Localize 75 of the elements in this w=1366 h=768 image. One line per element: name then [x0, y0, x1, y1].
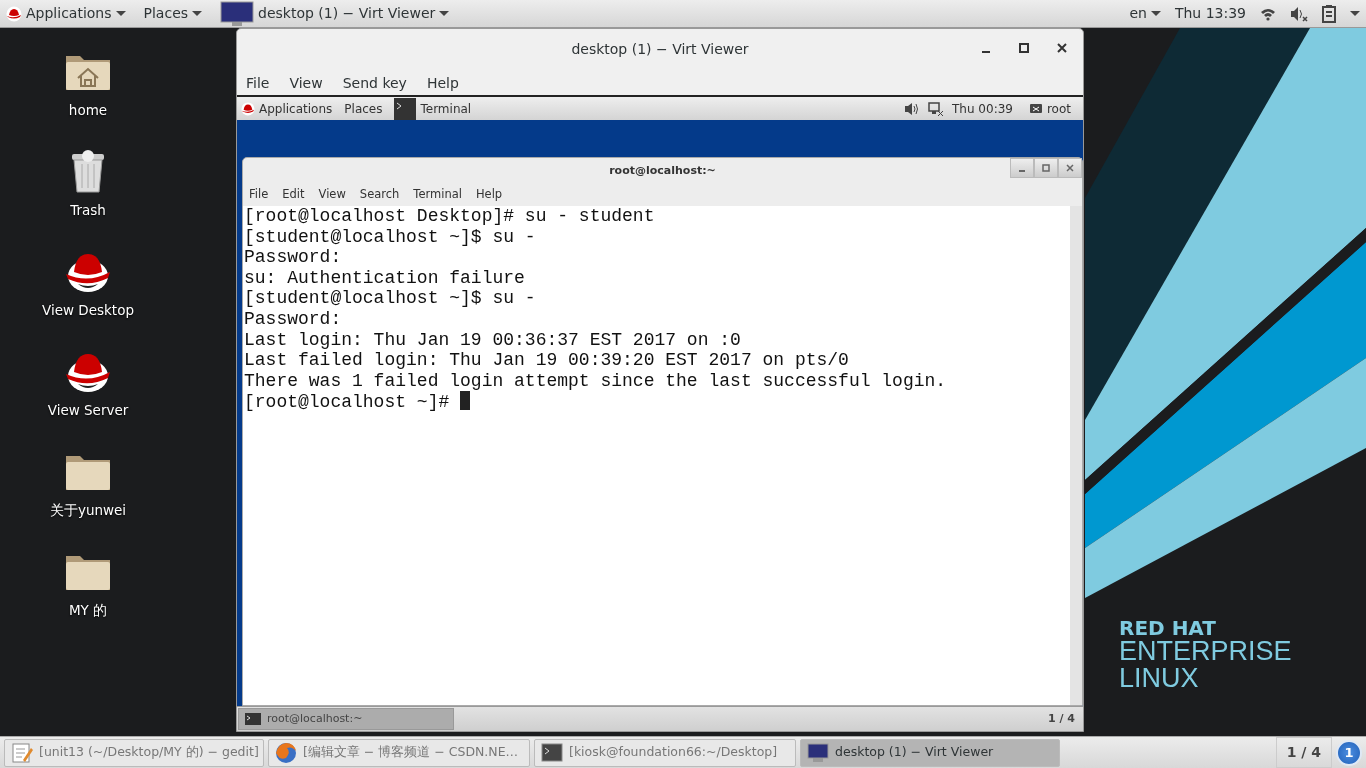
icon-label[interactable]: View Desktop [42, 300, 134, 321]
menu-item[interactable]: Help [475, 186, 503, 204]
maximize-icon [1042, 164, 1050, 172]
icon-label[interactable]: MY 的 [68, 600, 108, 621]
menu-item[interactable]: View [289, 73, 323, 91]
terminal-line: [student@localhost ~]$ su - [244, 226, 536, 247]
places-menu[interactable]: Places [143, 3, 189, 24]
icon-label[interactable]: View Server [47, 400, 129, 421]
terminal-line: There was 1 failed login attempt since the last successful login. [244, 370, 947, 391]
terminal-icon [541, 741, 563, 764]
minimize-icon [982, 51, 990, 53]
menu-item[interactable]: Terminal [413, 186, 462, 204]
user-menu[interactable]: root [1046, 99, 1071, 118]
task-button[interactable]: root@localhost:~ [238, 708, 454, 730]
terminal-line: Password: [244, 247, 342, 268]
monitor-icon [807, 741, 829, 764]
menu-item[interactable]: Help [426, 73, 459, 91]
close-button[interactable] [1058, 158, 1082, 178]
terminal-line: [root@localhost ~]# [244, 392, 451, 413]
wifi-icon[interactable] [1260, 6, 1276, 21]
caret-icon [1150, 10, 1161, 17]
terminal-line: [root@localhost Desktop]# su - student [244, 206, 655, 226]
speaker-icon[interactable] [904, 101, 920, 116]
window-title: desktop (1) − Virt Viewer [571, 39, 749, 59]
menu-item[interactable]: Applications [259, 99, 333, 118]
caret-icon [192, 10, 203, 17]
logo-text: ENTERPRISE [1119, 638, 1292, 665]
hat-icon [6, 5, 22, 22]
network-icon[interactable] [928, 101, 944, 116]
maximize-icon [1019, 43, 1029, 53]
taskbar-button[interactable]: [编辑文章 − 博客频道 − CSDN.NE… [268, 738, 530, 767]
taskbar-button[interactable]: [unit13 (~/Desktop/MY 的) − gedit] [4, 738, 264, 767]
clock[interactable]: Thu 00:39 [952, 99, 1013, 118]
speaker-muted-icon[interactable] [1290, 5, 1308, 22]
user-icon [1028, 102, 1043, 115]
menu-item[interactable]: Places [344, 99, 383, 118]
icon-label[interactable]: Trash [70, 200, 106, 221]
terminal-line: [student@localhost ~]$ su - [244, 288, 536, 309]
taskbar-button[interactable]: [kiosk@foundation66:~/Desktop] [534, 738, 796, 767]
close-icon [1066, 164, 1074, 172]
menu-item[interactable]: Send key [342, 73, 407, 91]
menu-item[interactable]: View [318, 186, 346, 204]
window-title: root@localhost:~ [609, 162, 716, 179]
caret-icon[interactable] [1350, 10, 1360, 17]
terminal-line: Password: [244, 308, 342, 329]
battery-icon[interactable] [1322, 4, 1336, 23]
logo-text: LINUX [1119, 665, 1200, 692]
icon-label[interactable]: 关于yunwei [49, 500, 127, 521]
menu-item[interactable]: File [249, 186, 269, 204]
caret-icon [439, 10, 450, 17]
globe-icon [275, 741, 297, 764]
workspace-pager[interactable]: 1 / 4 [1275, 737, 1332, 768]
language-menu[interactable]: en [1129, 3, 1147, 24]
icon-label[interactable]: home [68, 100, 108, 121]
notification-badge[interactable]: 1 [1336, 739, 1362, 766]
window-menu[interactable]: desktop (1) − Virt Viewer [258, 3, 436, 24]
terminal-icon [245, 713, 261, 725]
logo-text: RED HAT [1119, 618, 1217, 638]
terminal-icon[interactable] [394, 97, 417, 120]
workspace-pager[interactable]: 1 / 4 [1048, 710, 1075, 728]
notepad-icon [11, 741, 33, 764]
terminal-line: Last login: Thu Jan 19 00:36:37 EST 2017 on :0 [244, 329, 741, 350]
clock[interactable]: Thu 13:39 [1174, 3, 1246, 24]
menu-item[interactable]: File [246, 73, 270, 91]
terminal-line: su: Authentication failure [244, 267, 525, 288]
applications-menu[interactable]: Applications [26, 3, 112, 24]
hat-icon [241, 101, 255, 116]
taskbar-button[interactable]: desktop (1) − Virt Viewer [800, 738, 1060, 767]
caret-icon [115, 10, 126, 17]
menu-item[interactable]: Edit [282, 186, 305, 204]
close-icon [1057, 43, 1067, 53]
task-button[interactable]: Terminal [420, 99, 472, 118]
terminal-line: Last failed login: Thu Jan 19 00:39:20 EST 2017 on pts/0 [244, 350, 849, 371]
menu-item[interactable]: Search [359, 186, 400, 204]
minimize-button[interactable] [1010, 158, 1034, 178]
